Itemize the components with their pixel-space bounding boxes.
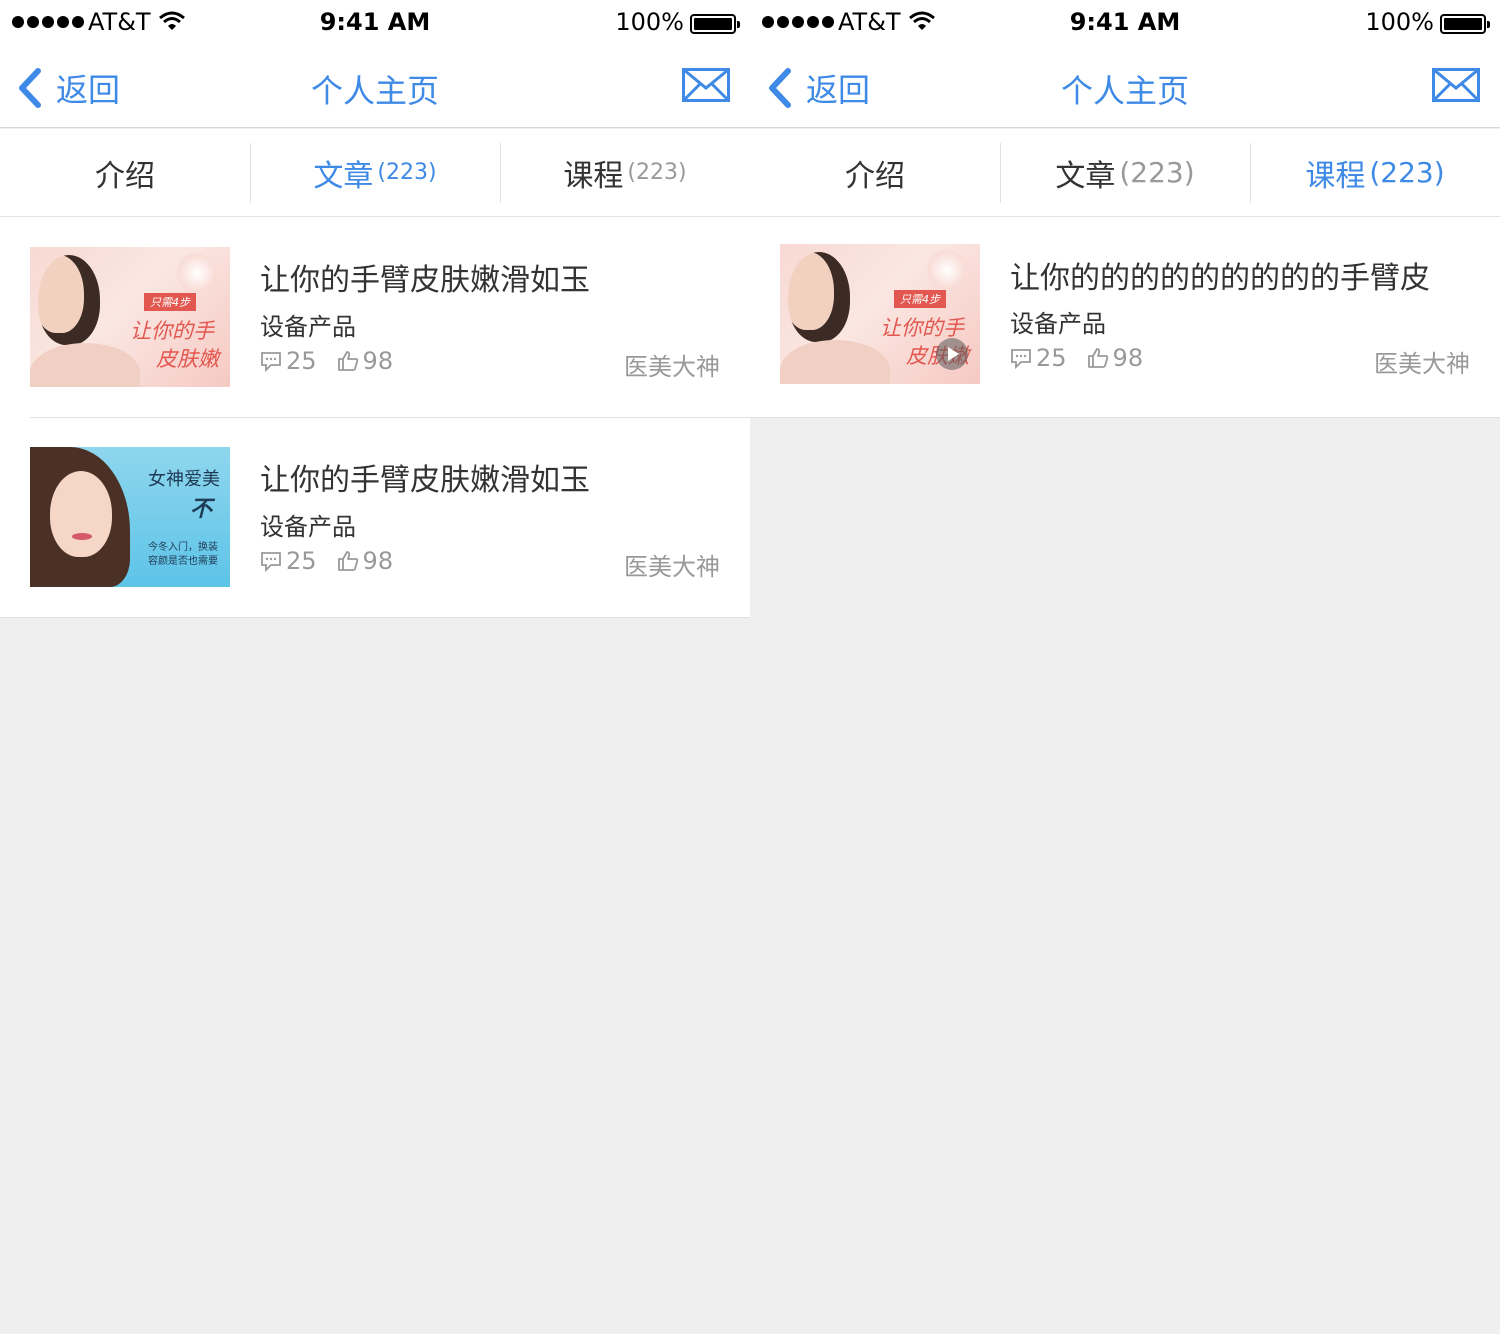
tab-courses[interactable]: 课程 (223)	[500, 129, 750, 216]
battery-icon	[1440, 14, 1490, 34]
comment-icon	[261, 552, 281, 572]
tab-courses[interactable]: 课程 (223)	[1250, 129, 1500, 216]
battery-percent: 100%	[615, 8, 684, 36]
item-category: 设备产品	[260, 313, 356, 341]
tab-count: (223)	[627, 160, 687, 185]
like-count: 98	[337, 347, 393, 375]
item-meta: 25 98	[260, 347, 393, 375]
item-author: 医美大神	[624, 353, 720, 381]
tab-count: (223)	[377, 160, 437, 185]
article-thumbnail: 女神爱美 不 今冬入门，换装 容颜是否也需要	[30, 447, 230, 587]
thumbnail-caption: 今冬入门，换装 容颜是否也需要	[148, 542, 218, 567]
tab-label: 介绍	[845, 158, 905, 194]
list-item[interactable]: 只需4步 让你的手 皮肤嫩 让你的的的的的的的的的手臂皮 设备产品 25	[750, 217, 1500, 417]
battery-icon	[690, 14, 740, 34]
like-count: 98	[1087, 344, 1143, 372]
page-title: 个人主页	[310, 72, 439, 110]
comment-count: 25	[1010, 344, 1067, 372]
list-item[interactable]: 女神爱美 不 今冬入门，换装 容颜是否也需要 让你的手臂皮肤嫩滑如玉 设备产品 …	[0, 417, 750, 617]
comment-count: 25	[260, 547, 317, 575]
article-thumbnail: 只需4步 让你的手 皮肤嫩	[30, 247, 230, 387]
item-category: 设备产品	[1010, 310, 1106, 338]
page-title: 个人主页	[1060, 72, 1189, 110]
tab-label: 介绍	[95, 158, 155, 194]
play-icon[interactable]	[936, 338, 968, 370]
tab-bar: 介绍 文章 (223) 课程 (223)	[750, 129, 1500, 217]
stage: AT&T 9:41 AM 100% 返回 个人主页 介绍 文章 (223) 课程…	[0, 0, 1500, 1334]
tab-bar: 介绍 文章 (223) 课程 (223)	[0, 129, 750, 217]
item-author: 医美大神	[1374, 350, 1470, 378]
item-title: 让你的手臂皮肤嫩滑如玉	[260, 263, 590, 298]
article-list: 只需4步 让你的手 皮肤嫩 让你的手臂皮肤嫩滑如玉 设备产品 25 98 医美大…	[0, 217, 750, 618]
tab-articles[interactable]: 文章 (223)	[250, 129, 500, 216]
thumb-up-icon	[337, 551, 358, 571]
mail-icon[interactable]	[1432, 68, 1480, 102]
tab-intro[interactable]: 介绍	[0, 129, 250, 216]
thumb-up-icon	[1087, 348, 1108, 368]
mail-icon[interactable]	[682, 68, 730, 102]
status-bar: AT&T 9:41 AM 100%	[750, 0, 1500, 48]
tab-count: (223)	[1369, 156, 1445, 189]
like-count: 98	[337, 547, 393, 575]
thumbnail-slogan: 让你的手 皮肤嫩	[130, 319, 219, 371]
tab-label: 课程	[1305, 158, 1366, 194]
battery-percent: 100%	[1365, 8, 1434, 36]
item-title: 让你的的的的的的的的的手臂皮	[1010, 261, 1430, 296]
thumbnail-tag: 只需4步	[144, 293, 196, 311]
nav-bar: 返回 个人主页	[0, 48, 750, 128]
list-item[interactable]: 只需4步 让你的手 皮肤嫩 让你的手臂皮肤嫩滑如玉 设备产品 25 98 医美大…	[0, 217, 750, 417]
item-category: 设备产品	[260, 513, 356, 541]
tab-label: 文章	[313, 158, 374, 194]
comment-icon	[1011, 349, 1031, 369]
item-meta: 25 98	[1010, 344, 1143, 372]
screen-articles: AT&T 9:41 AM 100% 返回 个人主页 介绍 文章 (223) 课程…	[0, 0, 750, 1334]
item-title: 让你的手臂皮肤嫩滑如玉	[260, 463, 590, 498]
tab-label: 课程	[563, 158, 624, 194]
status-bar: AT&T 9:41 AM 100%	[0, 0, 750, 48]
tab-label: 文章	[1055, 158, 1116, 194]
nav-bar: 返回 个人主页	[750, 48, 1500, 128]
item-author: 医美大神	[624, 553, 720, 581]
tab-intro[interactable]: 介绍	[750, 129, 1000, 216]
thumbnail-tag: 只需4步	[894, 290, 946, 308]
item-meta: 25 98	[260, 547, 393, 575]
course-list: 只需4步 让你的手 皮肤嫩 让你的的的的的的的的的手臂皮 设备产品 25	[750, 217, 1500, 418]
thumbnail-text: 不	[190, 497, 213, 522]
thumbnail-text: 女神爱美	[148, 469, 220, 490]
course-thumbnail: 只需4步 让你的手 皮肤嫩	[780, 244, 980, 384]
screen-courses: AT&T 9:41 AM 100% 返回 个人主页 介绍 文章 (223) 课程…	[750, 0, 1500, 1334]
thumb-up-icon	[337, 351, 358, 371]
tab-count: (223)	[1119, 156, 1195, 189]
comment-count: 25	[260, 347, 317, 375]
tab-articles[interactable]: 文章 (223)	[1000, 129, 1250, 216]
comment-icon	[261, 352, 281, 372]
